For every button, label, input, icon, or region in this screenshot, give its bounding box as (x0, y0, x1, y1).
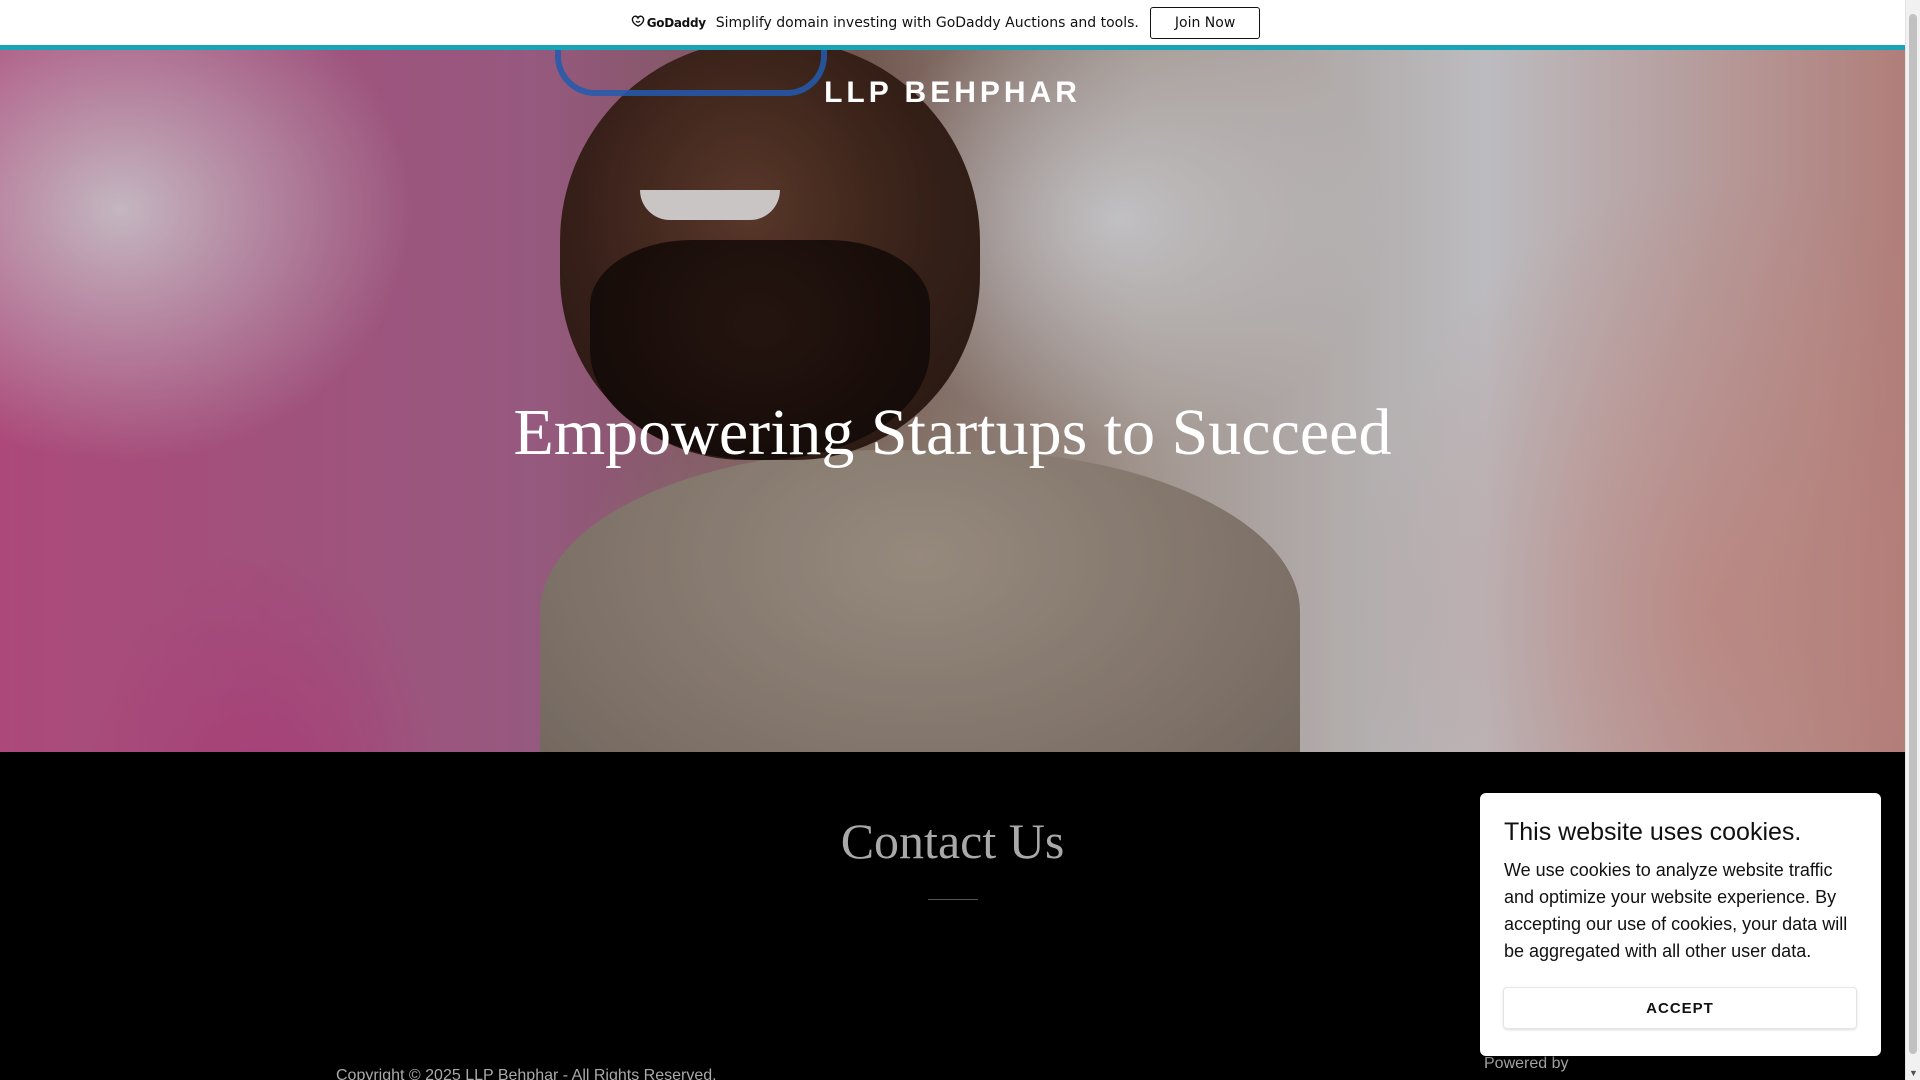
join-now-button[interactable]: Join Now (1149, 6, 1261, 39)
cookie-body: We use cookies to analyze website traffi… (1504, 860, 1848, 961)
promo-content: GoDaddy Simplify domain investing with G… (631, 6, 1261, 39)
hero-section: LLP BEHPHAR Empowering Startups to Succe… (0, 50, 1905, 752)
cookie-title: This website uses cookies. (1504, 818, 1802, 846)
copyright-text: Copyright © 2025 LLP Behphar - All Right… (336, 1067, 717, 1080)
scrollbar-thumb[interactable] (1909, 14, 1917, 1054)
chevron-down-icon[interactable]: ▼ (1909, 1068, 1918, 1078)
hero-headline: Empowering Startups to Succeed (513, 396, 1392, 469)
godaddy-logo-text: GoDaddy (646, 15, 706, 30)
accept-cookies-button[interactable]: ACCEPT (1504, 988, 1856, 1028)
site-title[interactable]: LLP BEHPHAR (0, 76, 1905, 110)
promo-banner: GoDaddy Simplify domain investing with G… (0, 0, 1905, 50)
promo-message: Simplify domain investing with GoDaddy A… (715, 14, 1139, 31)
contact-divider (928, 899, 978, 900)
cookie-banner: This website uses cookies. We use cookie… (1480, 793, 1881, 1056)
page-viewport: GoDaddy Simplify domain investing with G… (0, 0, 1905, 1080)
powered-by-text: Powered by (1484, 1055, 1569, 1072)
godaddy-logo-icon (631, 15, 645, 30)
godaddy-logo[interactable]: GoDaddy (631, 15, 706, 30)
vertical-scrollbar[interactable]: ▼ (1905, 0, 1920, 1080)
